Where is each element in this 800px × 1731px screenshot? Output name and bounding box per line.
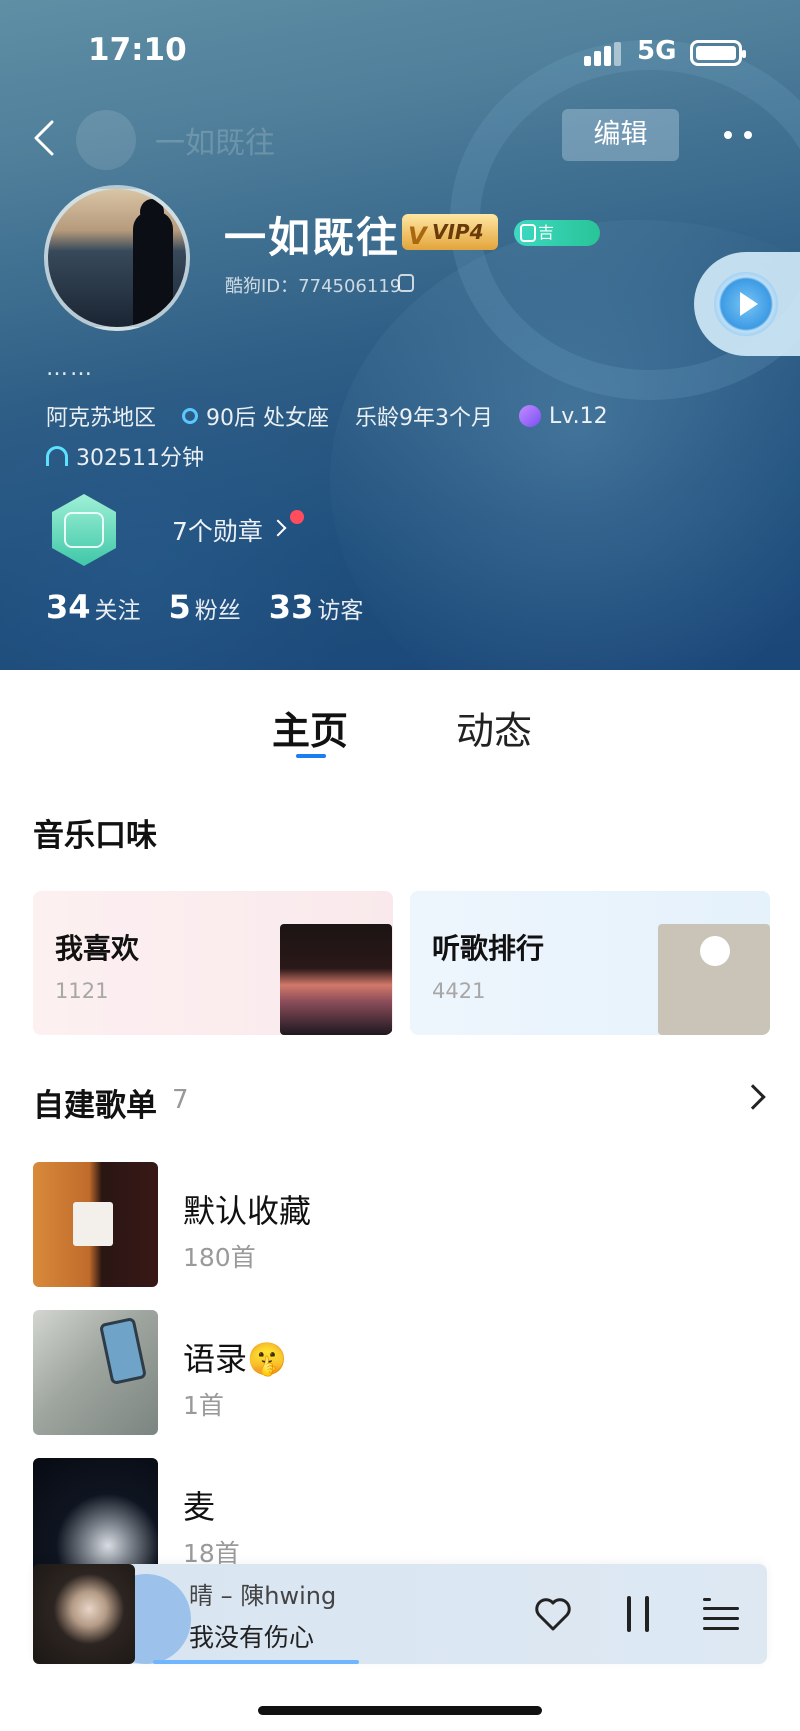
progress-bar <box>153 1660 359 1664</box>
now-playing-song: 晴 – 陳hwing <box>189 1582 337 1610</box>
vip-badge[interactable]: V VIP4 <box>402 214 498 250</box>
music-age: 乐龄9年3个月 <box>355 406 494 431</box>
card-title: 我喜欢 <box>55 932 140 965</box>
tab-home[interactable]: 主页 <box>272 700 348 755</box>
stat-visitors[interactable]: 33 访客 <box>269 588 364 626</box>
pause-icon[interactable] <box>623 1596 653 1632</box>
heart-icon[interactable] <box>533 1594 573 1634</box>
now-playing-lyric: 我没有伤心 <box>189 1623 315 1652</box>
chevron-right-icon[interactable] <box>740 1084 766 1110</box>
vip-v-icon: V <box>408 222 427 250</box>
medals-link[interactable]: 7个勋章 <box>172 512 263 548</box>
stat-number: 33 <box>268 588 314 626</box>
ghost-avatar <box>76 110 136 170</box>
listening-rank-card[interactable]: 听歌排行 4421 <box>410 891 770 1035</box>
list-item[interactable]: 默认收藏 180首 <box>33 1162 773 1288</box>
play-icon <box>740 292 758 316</box>
card-count: 4421 <box>432 979 486 1003</box>
profile-header: 17:10 5G 一如既往 编辑 一如既往 V VIP4 吉 酷狗ID：7745… <box>0 0 800 670</box>
copy-icon[interactable] <box>398 274 414 292</box>
stats-row: 34 关注 5 粉丝 33 访客 <box>46 588 391 626</box>
now-playing-cover[interactable] <box>33 1564 135 1664</box>
edit-button[interactable]: 编辑 <box>562 109 679 161</box>
stat-following[interactable]: 34 关注 <box>46 588 141 626</box>
back-icon[interactable] <box>26 118 66 158</box>
level-icon <box>519 405 542 427</box>
network-label: 5G <box>637 36 677 66</box>
stat-number: 34 <box>46 588 91 626</box>
profile-music-play-button[interactable] <box>694 252 800 356</box>
status-time: 17:10 <box>88 32 187 68</box>
listen-time: 302511分钟 <box>76 446 204 471</box>
rank-cover <box>658 924 770 1035</box>
username: 一如既往 <box>224 213 401 262</box>
more-icon[interactable] <box>722 126 754 142</box>
playlist-count: 180首 <box>183 1243 256 1272</box>
liked-songs-card[interactable]: 我喜欢 1121 <box>33 891 393 1035</box>
info-row: 阿克苏地区 90后 处女座 乐龄9年3个月 Lv.12 <box>46 400 608 432</box>
playlists-count: 7 <box>172 1085 189 1115</box>
hexagon-icon <box>520 224 536 242</box>
playlist-name: 语录🤫 <box>183 1340 287 1378</box>
tab-dynamic[interactable]: 动态 <box>456 700 532 755</box>
card-count: 1121 <box>55 979 109 1003</box>
kugou-id: 酷狗ID：774506119 <box>225 276 402 297</box>
stat-label: 访客 <box>317 598 364 624</box>
playlist-queue-icon[interactable] <box>703 1596 741 1632</box>
stat-label: 关注 <box>94 598 141 624</box>
listen-time-row: 302511分钟 <box>46 440 204 472</box>
tag-label: 吉 <box>538 223 555 242</box>
home-indicator <box>258 1706 542 1715</box>
playlist-name: 默认收藏 <box>183 1192 312 1230</box>
playlist-count: 1首 <box>183 1391 224 1420</box>
battery-icon <box>690 40 746 66</box>
profile-page: 17:10 5G 一如既往 编辑 一如既往 V VIP4 吉 酷狗ID：7745… <box>0 0 800 1731</box>
playlists-title: 自建歌单 <box>33 1088 157 1124</box>
playlist-name: 麦 <box>183 1488 216 1526</box>
level[interactable]: Lv.12 <box>549 404 608 429</box>
bio: …… <box>46 356 94 381</box>
notification-dot <box>290 510 304 524</box>
mini-player[interactable]: 晴 – 陳hwing 我没有伤心 <box>33 1564 767 1664</box>
age-sign: 90后 处女座 <box>206 406 330 431</box>
playlist-cover <box>33 1310 158 1435</box>
headphone-icon <box>46 446 68 466</box>
stat-number: 5 <box>168 588 191 626</box>
vip-label: VIP4 <box>432 220 484 244</box>
music-taste-title: 音乐口味 <box>33 818 157 854</box>
stat-label: 粉丝 <box>194 598 241 624</box>
card-title: 听歌排行 <box>432 932 545 965</box>
stat-fans[interactable]: 5 粉丝 <box>169 588 241 626</box>
list-item[interactable]: 语录🤫 1首 <box>33 1310 773 1436</box>
signal-icon <box>584 42 624 66</box>
ghost-title: 一如既往 <box>155 126 275 161</box>
tag-badge[interactable]: 吉 <box>514 220 600 246</box>
playlist-cover <box>33 1162 158 1287</box>
liked-cover <box>280 924 392 1035</box>
avatar[interactable] <box>44 185 190 331</box>
region: 阿克苏地区 <box>46 406 157 431</box>
male-icon <box>182 408 199 424</box>
status-bar: 17:10 5G <box>0 0 800 100</box>
tab-indicator <box>296 754 326 758</box>
